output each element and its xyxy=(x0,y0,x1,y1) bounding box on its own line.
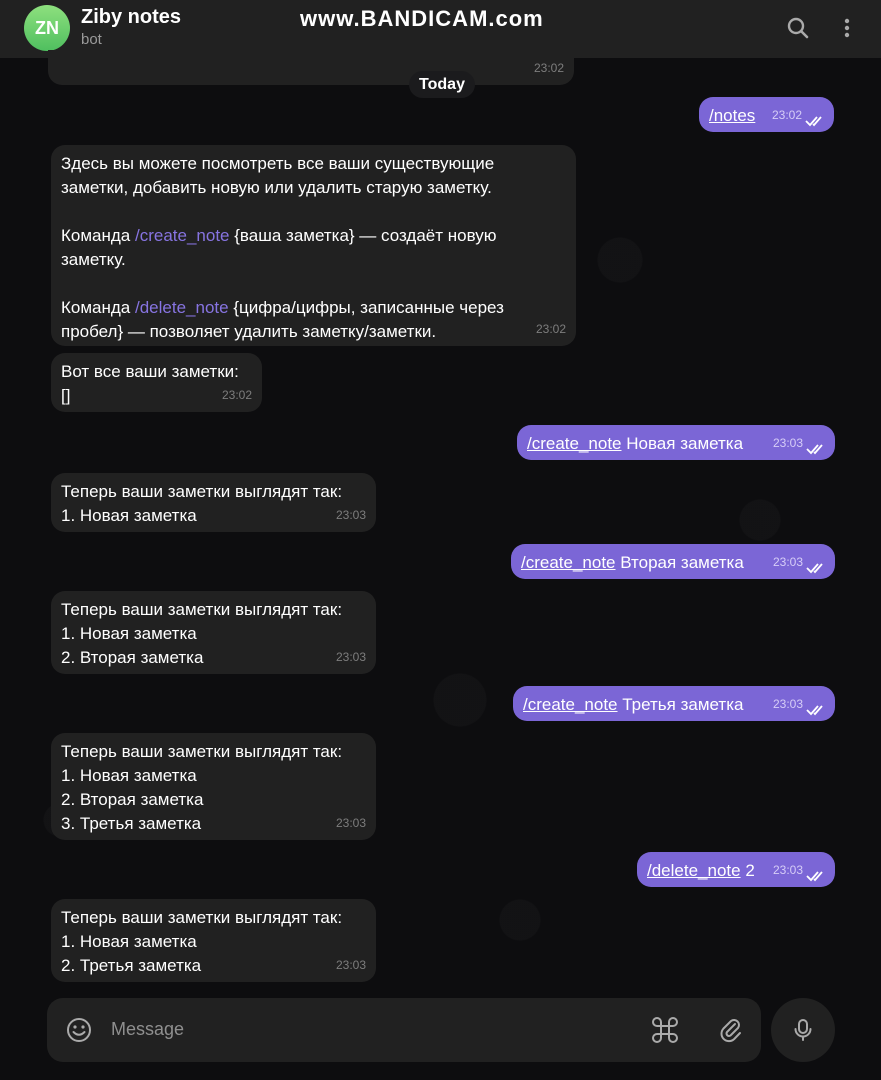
message-incoming: Теперь ваши заметки выглядят так: 1. Нов… xyxy=(51,733,376,840)
double-check-icon xyxy=(806,705,823,716)
message-text: 2 xyxy=(740,861,755,880)
chat-title[interactable]: Ziby notes xyxy=(81,6,181,29)
message-line: заметки, добавить новую или удалить стар… xyxy=(61,178,492,197)
command-link[interactable]: /create_note xyxy=(135,226,230,245)
message-incoming-partial: 23:02 xyxy=(48,50,574,85)
message-incoming: Вот все ваши заметки: [] 23:02 xyxy=(51,353,262,412)
message-text: {цифра/цифры, записанные через xyxy=(228,298,504,317)
message-time: 23:03 xyxy=(772,697,803,711)
message-time: 23:02 xyxy=(535,322,566,336)
message-text: {ваша заметка} — создаёт новую xyxy=(229,226,497,245)
message-incoming: Теперь ваши заметки выглядят так: 1. Нов… xyxy=(51,473,376,532)
message-text: Третья заметка xyxy=(617,695,744,714)
message-incoming: Теперь ваши заметки выглядят так: 1. Нов… xyxy=(51,899,376,982)
message-time: 23:03 xyxy=(772,555,803,569)
message-line: заметку. xyxy=(61,250,126,269)
paperclip-icon xyxy=(720,1019,741,1043)
double-check-icon xyxy=(805,116,822,127)
command-link[interactable]: /delete_note xyxy=(135,298,229,317)
message-line: пробел} — позволяет удалить заметку/заме… xyxy=(61,322,437,341)
message-line: 1. Новая заметка xyxy=(61,766,197,785)
message-outgoing: /delete_note 2 23:03 xyxy=(637,852,835,887)
search-icon xyxy=(787,17,809,39)
chat-subtitle: bot xyxy=(81,31,102,48)
double-check-icon xyxy=(806,563,823,574)
message-time: 23:03 xyxy=(335,816,366,830)
message-line: Вот все ваши заметки: xyxy=(61,362,239,381)
command-link[interactable]: /notes xyxy=(709,106,755,125)
message-outgoing: /notes 23:02 xyxy=(699,97,834,132)
message-line: 2. Вторая заметка xyxy=(61,648,204,667)
message-line: 2. Третья заметка xyxy=(61,956,202,975)
command-link[interactable]: /create_note xyxy=(527,434,622,453)
command-link[interactable]: /delete_note xyxy=(647,861,741,880)
message-line: Теперь ваши заметки выглядят так: xyxy=(61,908,343,927)
message-time: 23:03 xyxy=(772,436,803,450)
double-check-icon xyxy=(806,871,823,882)
message-text: Команда xyxy=(61,298,135,317)
command-link[interactable]: /create_note xyxy=(523,695,618,714)
bot-commands-icon xyxy=(652,1017,678,1043)
message-line: Теперь ваши заметки выглядят так: xyxy=(61,600,343,619)
message-line: 3. Третья заметка xyxy=(61,814,202,833)
message-time: 23:02 xyxy=(533,61,564,75)
message-line: Теперь ваши заметки выглядят так: xyxy=(61,482,343,501)
more-menu-button[interactable] xyxy=(832,13,862,43)
date-separator: Today xyxy=(409,71,475,98)
message-time: 23:02 xyxy=(771,108,802,122)
message-time: 23:03 xyxy=(772,863,803,877)
message-time: 23:02 xyxy=(221,388,252,402)
message-line: 1. Новая заметка xyxy=(61,506,197,525)
recorder-watermark: www.BANDICAM.com xyxy=(300,6,544,31)
message-line: 1. Новая заметка xyxy=(61,624,197,643)
search-button[interactable] xyxy=(783,13,813,43)
emoji-icon xyxy=(67,1018,91,1042)
message-incoming: Здесь вы можете посмотреть все ваши суще… xyxy=(51,145,576,346)
voice-record-button[interactable] xyxy=(771,998,835,1062)
message-line: Теперь ваши заметки выглядят так: xyxy=(61,742,343,761)
message-input[interactable]: Message xyxy=(111,1019,184,1040)
attach-button[interactable] xyxy=(717,1016,745,1044)
message-text: Вторая заметка xyxy=(615,553,744,572)
message-composer[interactable]: Message xyxy=(47,998,761,1062)
microphone-icon xyxy=(794,1019,812,1041)
bot-commands-button[interactable] xyxy=(651,1016,679,1044)
message-line: Здесь вы можете посмотреть все ваши суще… xyxy=(61,154,495,173)
message-outgoing: /create_note Вторая заметка 23:03 xyxy=(511,544,835,579)
message-outgoing: /create_note Третья заметка 23:03 xyxy=(513,686,835,721)
message-outgoing: /create_note Новая заметка 23:03 xyxy=(517,425,835,460)
more-vertical-icon xyxy=(844,18,850,38)
message-time: 23:03 xyxy=(335,650,366,664)
double-check-icon xyxy=(806,444,823,455)
message-text: Новая заметка xyxy=(621,434,744,453)
command-link[interactable]: /create_note xyxy=(521,553,616,572)
message-text: Команда xyxy=(61,226,135,245)
message-time: 23:03 xyxy=(335,958,366,972)
message-line: 2. Вторая заметка xyxy=(61,790,204,809)
message-time: 23:03 xyxy=(335,508,366,522)
avatar[interactable]: ZN xyxy=(24,5,70,51)
message-incoming: Теперь ваши заметки выглядят так: 1. Нов… xyxy=(51,591,376,674)
message-line: 1. Новая заметка xyxy=(61,932,197,951)
emoji-button[interactable] xyxy=(65,1016,93,1044)
